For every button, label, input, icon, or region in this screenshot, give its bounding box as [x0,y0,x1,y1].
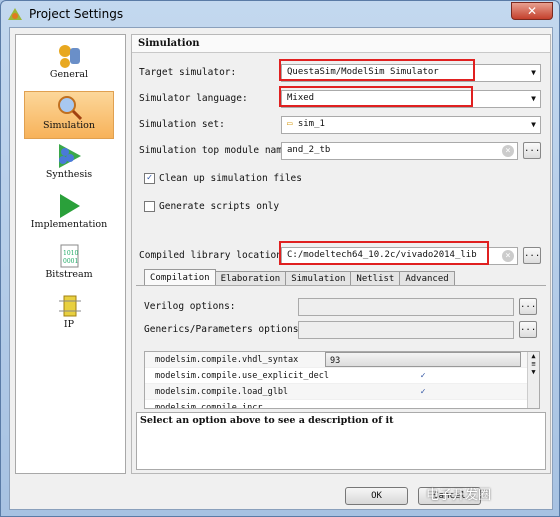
checkbox-unchecked-icon [144,201,155,212]
svg-text:0001: 0001 [63,258,78,265]
folder-icon: ▭ [287,119,298,129]
svg-text:1010: 1010 [63,250,78,257]
ok-button[interactable]: OK [345,487,408,505]
tab-netlist[interactable]: Netlist [350,271,401,286]
highlight-box [279,241,489,265]
synthesis-icon [59,144,81,168]
target-simulator-label: Target simulator: [139,67,237,78]
options-table: modelsim.compile.vhdl_syntax 93 modelsim.… [144,351,540,409]
verilog-options-button[interactable]: ... [519,298,537,315]
clear-icon[interactable]: × [502,250,514,262]
close-button[interactable]: ✕ [511,2,553,20]
vhdl-syntax-select[interactable]: 93 [325,352,521,367]
options-tabs: Compilation Elaboration Simulation Netli… [144,269,455,286]
simulation-set-label: Simulation set: [139,119,225,130]
table-row[interactable]: modelsim.compile.load_glbl ✓ [145,384,539,400]
nav-implementation[interactable]: Implementation [24,191,114,239]
general-icon [59,45,80,68]
top-module-label: Simulation top module name: [139,145,294,156]
browse-library-button[interactable]: ... [523,247,541,264]
nav-simulation[interactable]: Simulation [24,91,114,139]
chevron-down-icon: ▼ [531,120,536,129]
option-description: Select an option above to see a descript… [136,412,546,470]
generics-input[interactable] [298,321,514,339]
chevron-down-icon: ▼ [531,68,536,77]
simulation-icon [58,96,82,120]
browse-top-module-button[interactable]: ... [523,142,541,159]
nav-general[interactable]: General [24,41,114,89]
tab-compilation[interactable]: Compilation [144,269,216,286]
simulation-set-select[interactable]: ▭ sim_1 ▼ [281,116,541,134]
settings-nav: General Simulation Synthesis Implementat… [15,34,126,474]
project-settings-window: Project Settings ✕ General Simulation Sy… [0,0,560,517]
nav-ip[interactable]: IP [24,291,114,339]
table-row[interactable]: modelsim.compile.vhdl_syntax 93 [145,352,539,368]
bitstream-icon: 10100001 [60,244,79,268]
verilog-options-input[interactable] [298,298,514,316]
use-explicit-decl-checkbox[interactable]: ✓ [325,368,521,383]
panel-title: Simulation [132,35,550,53]
generics-label: Generics/Parameters options: [144,324,305,335]
chevron-down-icon: ▼ [531,94,536,103]
ip-icon [59,295,81,317]
checkbox-checked-icon: ✓ [144,173,155,184]
top-module-input[interactable]: and_2_tb [281,142,518,160]
table-scrollbar[interactable]: ▲ ≡ ▼ [527,352,539,408]
tab-divider [136,285,546,286]
table-row[interactable]: modelsim.compile.incr... [145,400,539,408]
highlight-box [279,86,473,107]
tab-advanced[interactable]: Advanced [399,271,455,286]
clear-icon[interactable]: × [502,145,514,157]
window-title: Project Settings [29,7,124,21]
implementation-icon [60,194,80,218]
verilog-options-label: Verilog options: [144,301,236,312]
nav-synthesis[interactable]: Synthesis [24,141,114,189]
load-glbl-checkbox[interactable]: ✓ [325,384,521,399]
vivado-logo-icon [8,8,22,20]
cleanup-checkbox[interactable]: ✓ Clean up simulation files [144,173,302,184]
generate-scripts-checkbox[interactable]: Generate scripts only [144,201,279,212]
nav-bitstream[interactable]: 1010 0001 Bitstream [24,241,114,289]
title-bar: Project Settings [7,5,123,23]
dialog-body: General Simulation Synthesis Implementat… [9,27,553,510]
highlight-box [279,59,475,81]
table-row[interactable]: modelsim.compile.use_explicit_decl ✓ [145,368,539,384]
compiled-library-label: Compiled library location: [139,250,288,261]
simulation-panel: Simulation Target simulator: QuestaSim/M… [131,34,551,474]
generics-button[interactable]: ... [519,321,537,338]
tab-simulation[interactable]: Simulation [285,271,352,286]
watermark: 电子开发圈 [426,488,492,503]
tab-elaboration[interactable]: Elaboration [214,271,287,286]
simulator-language-label: Simulator language: [139,93,248,104]
